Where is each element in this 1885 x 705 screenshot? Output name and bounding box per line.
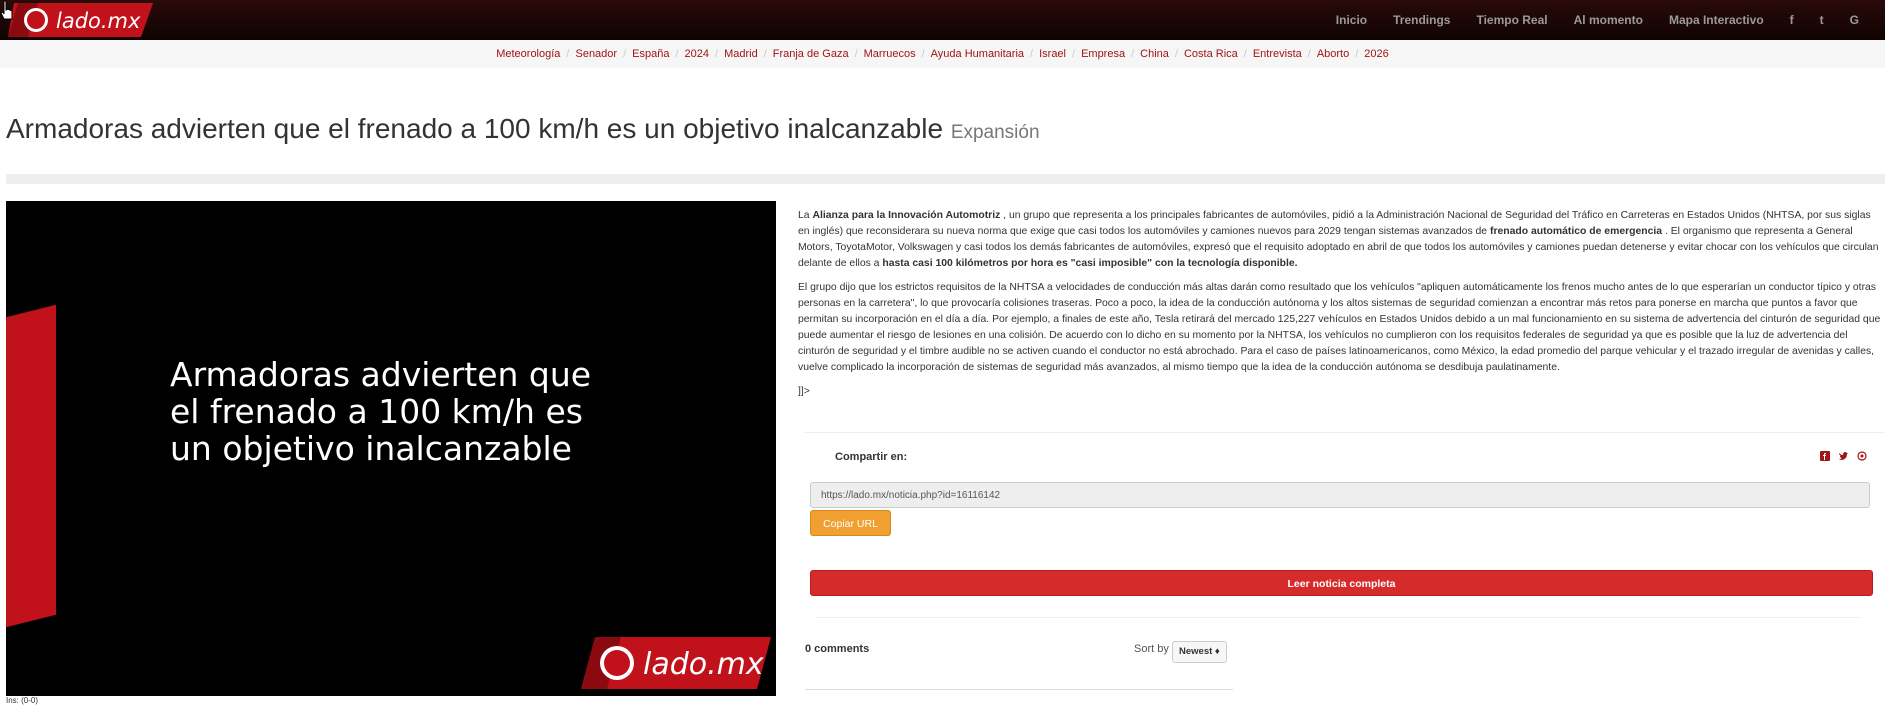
nav-mapa-interactivo[interactable]: Mapa Interactivo (1669, 13, 1764, 27)
article-paragraph-end: ]]> (798, 386, 810, 397)
facebook-icon[interactable]: f (1790, 13, 1794, 27)
article-paragraph: La Alianza para la Innovación Automotriz… (798, 208, 1885, 272)
image-logo: lado.mx (581, 637, 771, 689)
top-navbar: lado.mx Inicio Trendings Tiempo Real Al … (0, 0, 1885, 40)
whatsapp-icon[interactable] (1857, 451, 1867, 461)
image-caption: Armadoras advierten que el frenado a 100… (170, 355, 592, 468)
tag-separator: / (1174, 48, 1178, 60)
nav-inicio[interactable]: Inicio (1336, 13, 1367, 27)
tag-separator: / (1030, 48, 1034, 60)
article-title: Armadoras advierten que el frenado a 100… (6, 113, 1040, 145)
tag-separator: / (1307, 48, 1311, 60)
article-bold-text: hasta casi 100 kilómetros por hora es "c… (882, 258, 1298, 269)
article-source: Expansión (950, 122, 1040, 143)
comments-count: 0 comments (805, 643, 870, 655)
tag-link[interactable]: Costa Rica (1184, 48, 1238, 60)
tag-separator: / (1243, 48, 1247, 60)
tag-separator: / (763, 48, 767, 60)
article-body: La Alianza para la Innovación Automotriz… (798, 208, 1885, 408)
red-band-decoration (6, 304, 56, 493)
tag-separator: / (715, 48, 719, 60)
tag-link[interactable]: España (632, 48, 669, 60)
share-icons (1820, 451, 1867, 461)
tag-link[interactable]: Empresa (1081, 48, 1125, 60)
article-bold-text: frenado automático de emergencia (1489, 226, 1663, 237)
read-full-news-button[interactable]: Leer noticia completa (810, 570, 1873, 596)
share-url-field[interactable]: https://lado.mx/noticia.php?id=16116142 (810, 482, 1870, 508)
nav-tiempo-real[interactable]: Tiempo Real (1476, 13, 1547, 27)
tag-link[interactable]: China (1140, 48, 1169, 60)
tag-separator: / (854, 48, 858, 60)
comments-divider (816, 617, 1861, 618)
sort-label: Sort by (1134, 643, 1169, 655)
share-label: Compartir en: (835, 451, 908, 463)
article-bold-text: Alianza para la Innovación Automotriz (812, 210, 1001, 221)
svg-text:lado.mx: lado.mx (643, 647, 764, 682)
tag-separator: / (1355, 48, 1359, 60)
facebook-icon[interactable] (1820, 451, 1830, 461)
tag-separator: / (675, 48, 679, 60)
share-divider (804, 432, 1885, 433)
tag-link[interactable]: 2026 (1364, 48, 1388, 60)
svg-text:lado.mx: lado.mx (56, 9, 141, 33)
site-logo[interactable]: lado.mx (8, 3, 153, 37)
article-headline: Armadoras advierten que el frenado a 100… (6, 113, 944, 144)
comments-rule (805, 689, 1233, 690)
tag-separator: / (566, 48, 570, 60)
tag-link[interactable]: Marruecos (864, 48, 916, 60)
google-icon[interactable]: G (1850, 13, 1859, 27)
article-image: Armadoras advierten que el frenado a 100… (6, 201, 776, 696)
copy-url-button[interactable]: Copiar URL (810, 510, 891, 536)
hand-cursor-icon (0, 0, 13, 20)
tag-separator: / (623, 48, 627, 60)
top-nav-links: Inicio Trendings Tiempo Real Al momento … (1336, 0, 1885, 40)
tag-link[interactable]: Israel (1039, 48, 1066, 60)
twitter-icon[interactable]: t (1820, 13, 1824, 27)
article-paragraph: El grupo dijo que los estrictos requisit… (798, 282, 1881, 373)
tag-link[interactable]: Aborto (1317, 48, 1349, 60)
tag-link[interactable]: Franja de Gaza (773, 48, 849, 60)
title-divider (6, 174, 1885, 184)
twitter-icon[interactable] (1838, 451, 1849, 461)
tags-bar: Meteorología / Senador / España / 2024 / Mad… (0, 40, 1885, 68)
tag-separator: / (1072, 48, 1076, 60)
red-band-decoration (6, 464, 56, 628)
nav-al-momento[interactable]: Al momento (1574, 13, 1643, 27)
tag-link[interactable]: Entrevista (1253, 48, 1302, 60)
tag-link[interactable]: Meteorología (496, 48, 560, 60)
nav-trendings[interactable]: Trendings (1393, 13, 1450, 27)
tag-link[interactable]: Madrid (724, 48, 758, 60)
tag-separator: / (1131, 48, 1135, 60)
tag-link[interactable]: Senador (575, 48, 617, 60)
article-text: La (798, 210, 813, 221)
tag-separator: / (921, 48, 925, 60)
tag-link[interactable]: Ayuda Humanitaria (931, 48, 1024, 60)
tag-link[interactable]: 2024 (685, 48, 709, 60)
sort-select[interactable]: Newest ♦ (1172, 641, 1227, 663)
